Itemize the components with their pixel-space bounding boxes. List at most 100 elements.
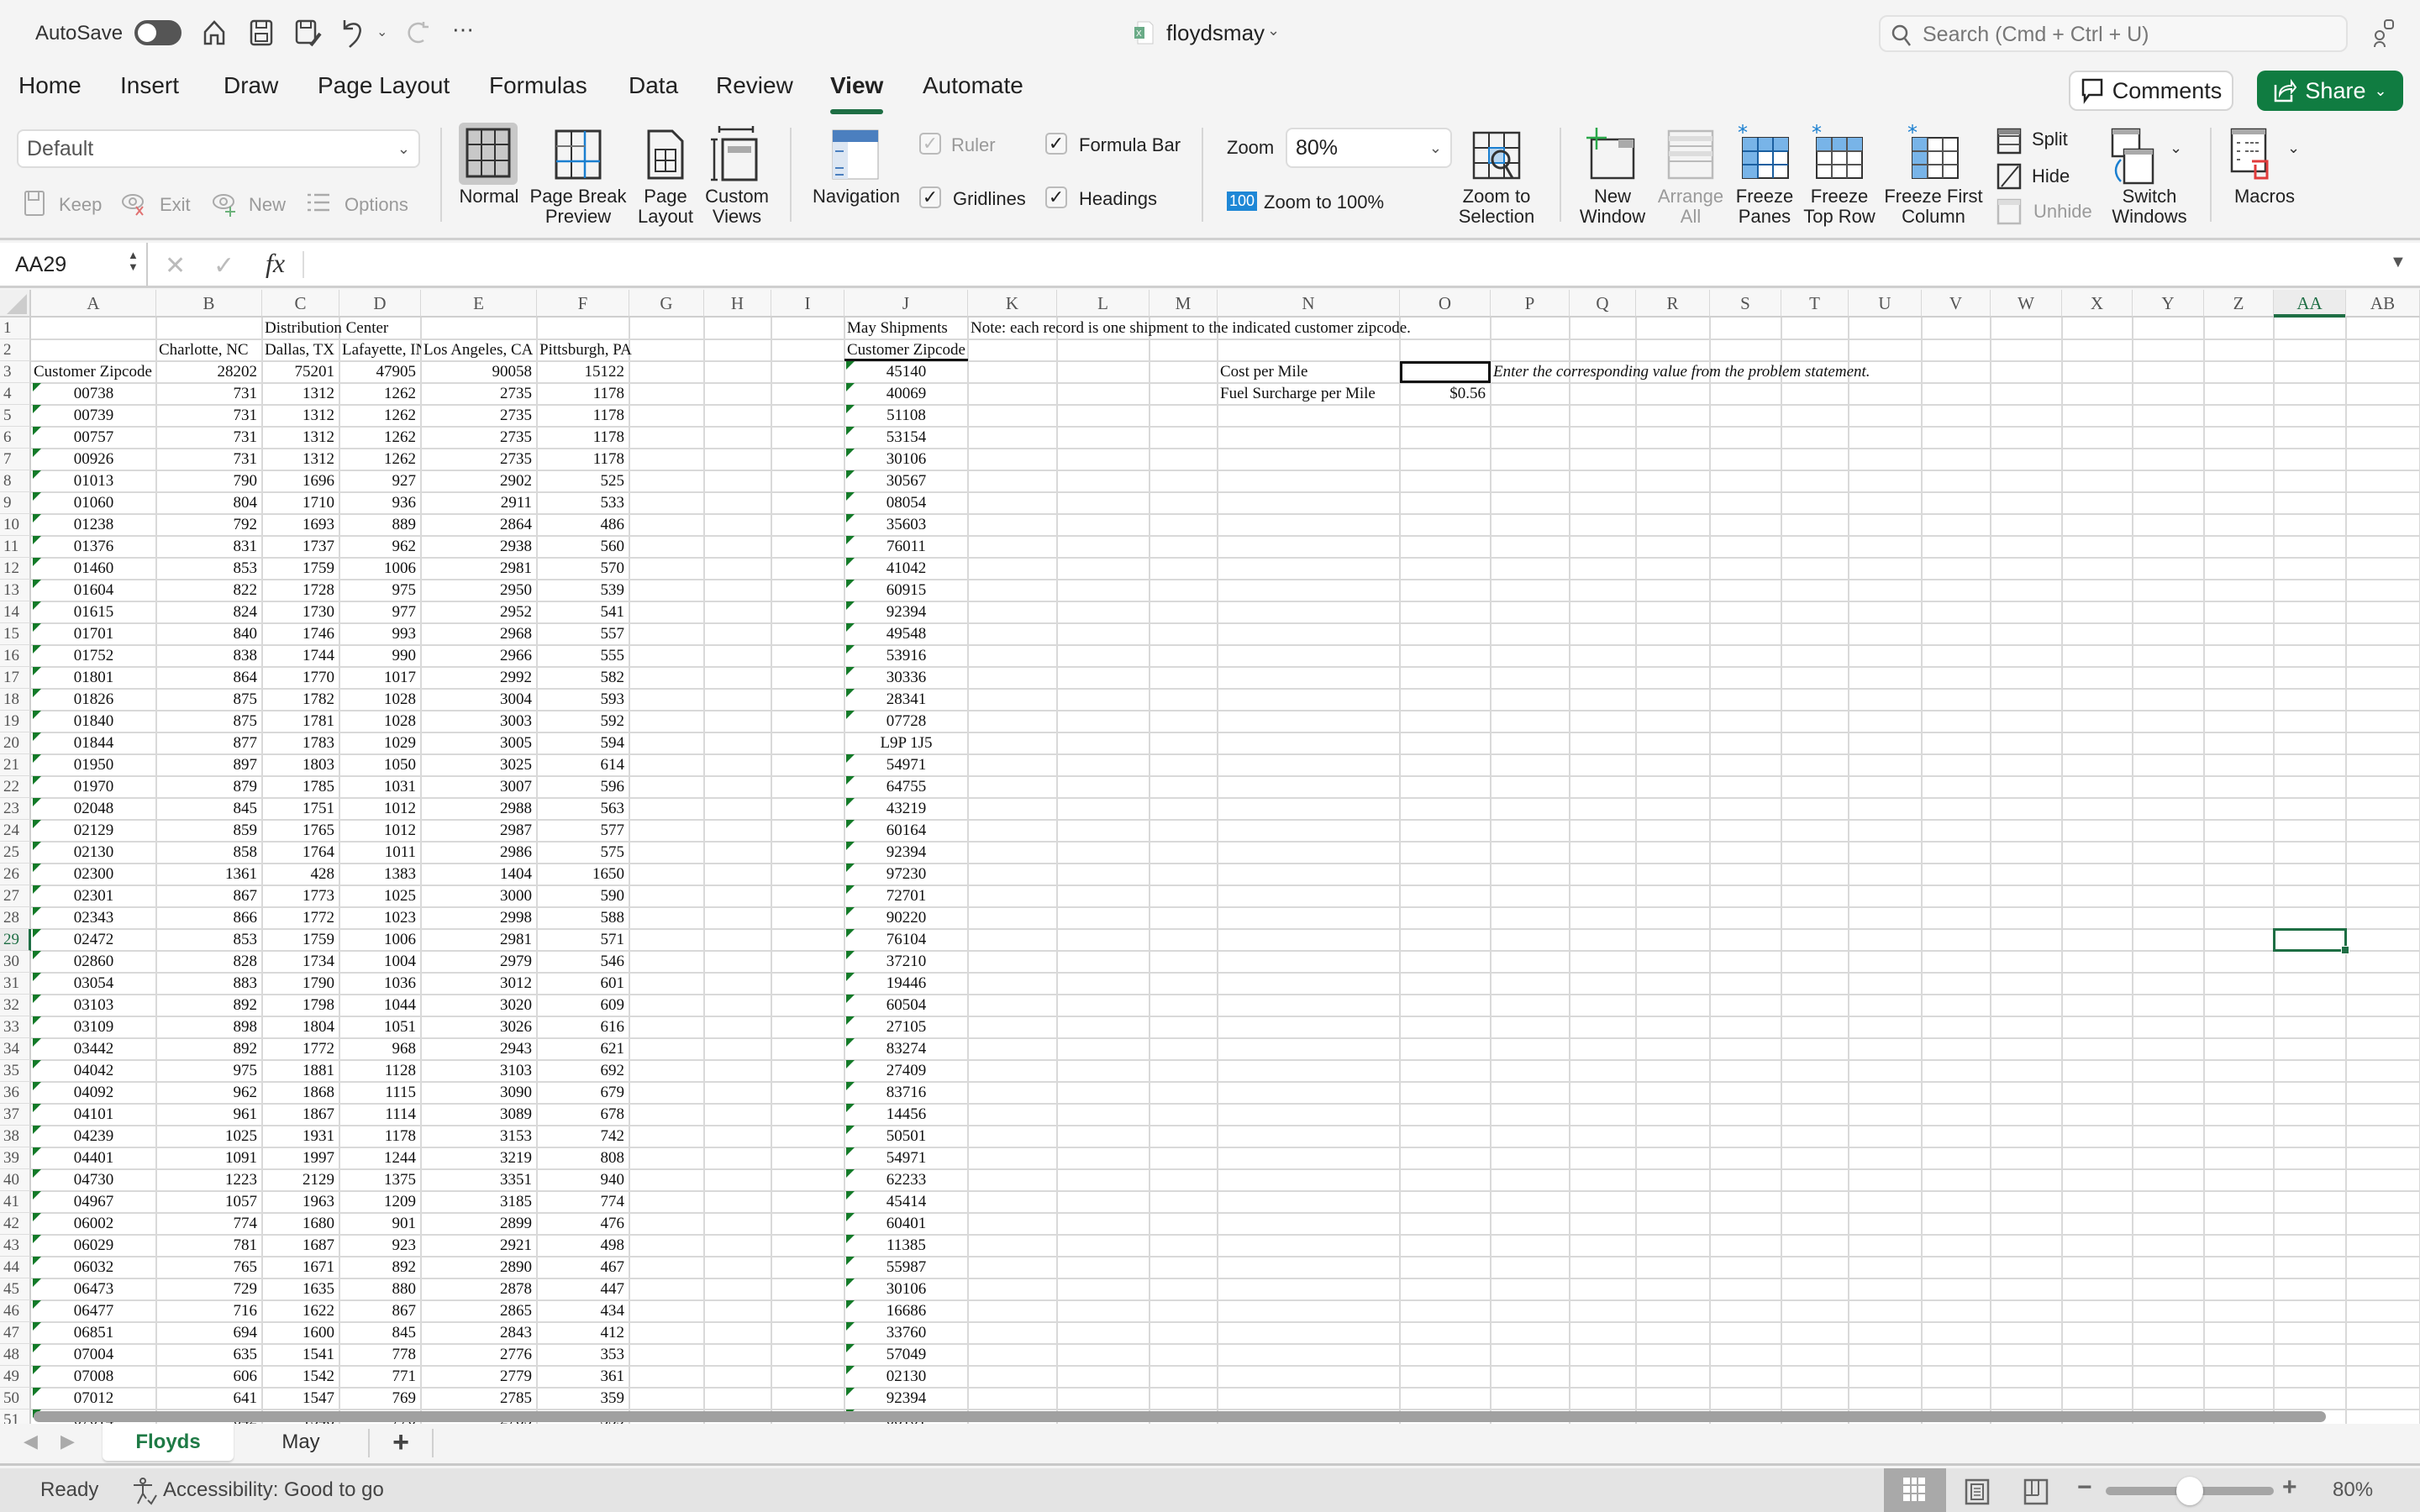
search-input[interactable]: Search (Cmd + Ctrl + U) <box>1879 15 2348 52</box>
row-header-18[interactable]: 18 <box>0 689 31 711</box>
more-icon[interactable]: ⋯ <box>452 18 474 40</box>
row-header-36[interactable]: 36 <box>0 1082 31 1104</box>
custom-views-icon[interactable] <box>711 126 761 181</box>
tab-formulas[interactable]: Formulas <box>489 72 587 99</box>
horizontal-scrollbar[interactable] <box>34 1411 2326 1422</box>
file-menu-chevron-icon[interactable]: ⌄ <box>1267 22 1280 39</box>
scroll-tabs-right-icon[interactable]: ▶ <box>60 1431 75 1452</box>
navigation-button[interactable]: Navigation <box>810 186 902 207</box>
zoom-select[interactable]: 80% ⌄ <box>1286 128 1452 168</box>
tab-insert[interactable]: Insert <box>120 72 179 99</box>
row-header-44[interactable]: 44 <box>0 1257 31 1278</box>
row-header-12[interactable]: 12 <box>0 558 31 580</box>
tab-review[interactable]: Review <box>716 72 793 99</box>
column-header-t[interactable]: T <box>1781 290 1849 318</box>
row-header-43[interactable]: 43 <box>0 1235 31 1257</box>
worksheet-grid[interactable]: A B C D E F G H I J K L M N O P Q R S T U V W X Y Z AA AB 123456789… <box>0 290 2420 1424</box>
row-header-51[interactable]: 51 <box>0 1410 31 1424</box>
active-cell-selection[interactable] <box>2273 928 2349 954</box>
add-sheet-button[interactable]: + <box>370 1424 432 1461</box>
row-header-49[interactable]: 49 <box>0 1366 31 1388</box>
row-header-27[interactable]: 27 <box>0 885 31 907</box>
column-header-e[interactable]: E <box>421 290 537 318</box>
row-header-13[interactable]: 13 <box>0 580 31 601</box>
row-header-17[interactable]: 17 <box>0 667 31 689</box>
save-as-icon[interactable] <box>294 18 323 49</box>
sheet-view-select[interactable]: Default ⌄ <box>17 129 420 168</box>
row-header-9[interactable]: 9 <box>0 492 31 514</box>
row-header-35[interactable]: 35 <box>0 1060 31 1082</box>
column-header-m[interactable]: M <box>1150 290 1218 318</box>
formula-input[interactable] <box>311 243 2378 286</box>
undo-icon[interactable] <box>339 17 365 49</box>
column-header-d[interactable]: D <box>339 290 421 318</box>
row-header-28[interactable]: 28 <box>0 907 31 929</box>
column-header-l[interactable]: L <box>1057 290 1150 318</box>
row-header-33[interactable]: 33 <box>0 1016 31 1038</box>
comments-button[interactable]: Comments <box>2069 71 2233 111</box>
row-header-31[interactable]: 31 <box>0 973 31 995</box>
row-header-32[interactable]: 32 <box>0 995 31 1016</box>
row-header-25[interactable]: 25 <box>0 842 31 864</box>
column-header-g[interactable]: G <box>629 290 704 318</box>
row-header-11[interactable]: 11 <box>0 536 31 558</box>
column-header-q[interactable]: Q <box>1570 290 1636 318</box>
sheet-tab-floyds[interactable]: Floyds <box>103 1424 234 1461</box>
hide-icon[interactable] <box>1996 163 2022 190</box>
tab-draw[interactable]: Draw <box>224 72 278 99</box>
column-header-a[interactable]: A <box>31 290 156 318</box>
column-header-u[interactable]: U <box>1849 290 1922 318</box>
column-header-p[interactable]: P <box>1491 290 1570 318</box>
name-box[interactable]: AA29 ▲ ▼ <box>0 243 148 286</box>
page-break-view-icon[interactable] <box>2023 1478 2049 1505</box>
freeze-panes-icon[interactable]: * <box>1738 124 1791 181</box>
row-header-15[interactable]: 15 <box>0 623 31 645</box>
normal-view-button[interactable] <box>459 123 518 185</box>
row-header-38[interactable]: 38 <box>0 1126 31 1147</box>
tab-page-layout[interactable]: Page Layout <box>318 72 450 99</box>
column-header-f[interactable]: F <box>537 290 629 318</box>
copilot-icon[interactable] <box>2371 17 2396 50</box>
normal-view-status-button[interactable] <box>1884 1468 1946 1512</box>
page-layout-icon[interactable] <box>647 129 684 180</box>
page-break-preview-icon[interactable] <box>555 129 602 180</box>
column-header-o[interactable]: O <box>1400 290 1491 318</box>
row-header-1[interactable]: 1 <box>0 318 31 339</box>
row-header-14[interactable]: 14 <box>0 601 31 623</box>
column-header-v[interactable]: V <box>1922 290 1991 318</box>
select-all-button[interactable] <box>0 290 31 318</box>
expand-formula-bar-icon[interactable]: ▼ <box>2390 253 2407 272</box>
row-header-6[interactable]: 6 <box>0 427 31 449</box>
column-header-s[interactable]: S <box>1710 290 1781 318</box>
column-header-z[interactable]: Z <box>2204 290 2274 318</box>
column-header-r[interactable]: R <box>1636 290 1710 318</box>
row-header-22[interactable]: 22 <box>0 776 31 798</box>
new-window-icon[interactable] <box>1585 126 1637 181</box>
freeze-top-row-icon[interactable]: * <box>1812 124 1865 181</box>
column-header-h[interactable]: H <box>704 290 771 318</box>
accessibility-status[interactable]: Accessibility: Good to go <box>163 1478 384 1502</box>
row-header-3[interactable]: 3 <box>0 361 31 383</box>
zoom-slider[interactable] <box>2106 1477 2274 1505</box>
insert-function-icon[interactable]: fx <box>266 248 285 279</box>
row-header-24[interactable]: 24 <box>0 820 31 842</box>
home-icon[interactable] <box>202 18 227 47</box>
file-name[interactable]: floydsmay <box>1166 20 1265 46</box>
undo-dropdown-icon[interactable]: ⌄ <box>376 24 387 40</box>
save-icon[interactable] <box>249 18 274 47</box>
column-header-b[interactable]: B <box>156 290 262 318</box>
row-header-8[interactable]: 8 <box>0 470 31 492</box>
column-header-aa[interactable]: AA <box>2274 290 2346 318</box>
macros-icon[interactable] <box>2230 128 2279 183</box>
column-header-x[interactable]: X <box>2062 290 2133 318</box>
tab-automate[interactable]: Automate <box>923 72 1023 99</box>
cost-per-mile-input[interactable] <box>1400 361 1491 383</box>
row-header-19[interactable]: 19 <box>0 711 31 732</box>
column-header-y[interactable]: Y <box>2133 290 2204 318</box>
zoom-out-button[interactable]: − <box>2077 1473 2092 1502</box>
hide-button[interactable]: Hide <box>2032 166 2070 186</box>
row-header-41[interactable]: 41 <box>0 1191 31 1213</box>
tab-data[interactable]: Data <box>629 72 678 99</box>
share-button[interactable]: Share ⌄ <box>2257 71 2403 111</box>
zoom-in-button[interactable]: + <box>2282 1473 2297 1502</box>
